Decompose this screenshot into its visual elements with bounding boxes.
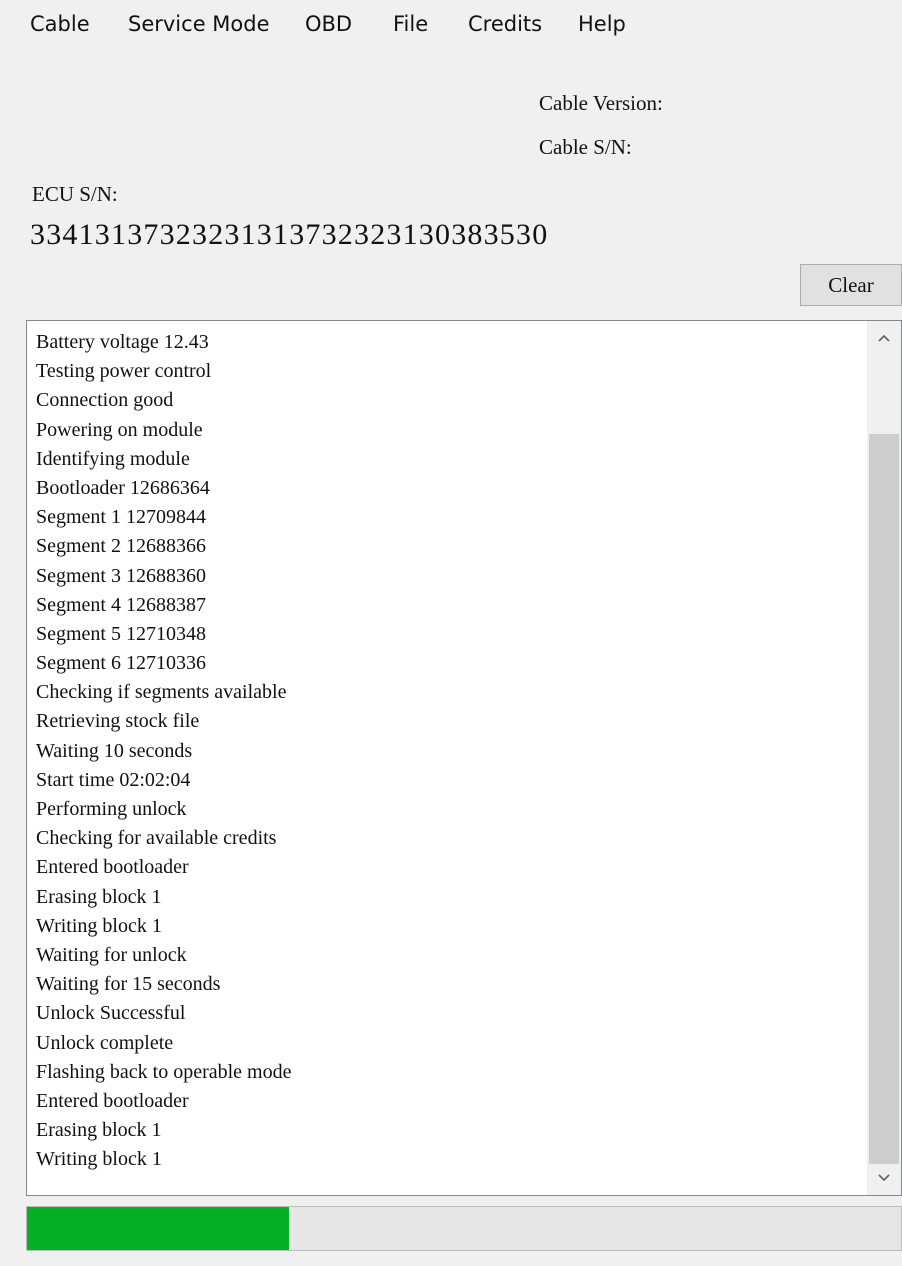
log-line: Battery voltage 12.43 [36, 331, 209, 353]
log-line: Segment 3 12688360 [36, 564, 206, 587]
log-line: Testing power control [36, 360, 212, 383]
clear-button[interactable]: Clear [800, 264, 902, 306]
log-lines: Battery voltage 12.43 Testing power contr… [36, 328, 292, 1174]
log-line: Performing unlock [36, 798, 187, 820]
log-line: Segment 1 12709844 [36, 506, 206, 529]
menu-file[interactable]: File [393, 12, 428, 36]
log-line: Segment 5 12710348 [36, 622, 206, 645]
log-line: Erasing block 1 [36, 1119, 162, 1142]
log-line: Waiting for unlock [36, 943, 187, 966]
log-line: Checking if segments available [36, 681, 287, 704]
log-line: Waiting for 15 seconds [36, 973, 221, 996]
log-line: Segment 4 12688387 [36, 593, 206, 616]
ecu-sn-value: 33413137323231313732323130383530 [30, 218, 549, 251]
menu-service-mode[interactable]: Service Mode [128, 12, 270, 36]
log-line: Start time 02:02:04 [36, 768, 191, 791]
log-line: Retrieving stock file [36, 710, 200, 733]
menu-obd[interactable]: OBD [305, 12, 352, 36]
log-line: Flashing back to operable mode [36, 1060, 292, 1083]
log-textbox[interactable]: Battery voltage 12.43 Testing power contr… [26, 320, 902, 1196]
progress-bar [26, 1206, 902, 1251]
menu-cable[interactable]: Cable [30, 12, 90, 36]
log-line: Writing block 1 [36, 1148, 162, 1171]
cable-version-label: Cable Version: [539, 91, 663, 115]
log-line: Identifying module [36, 447, 190, 470]
log-line: Erasing block 1 [36, 885, 162, 908]
log-line: Waiting 10 seconds [36, 739, 193, 762]
menu-bar: Cable Service Mode OBD File Credits Help [0, 0, 902, 50]
menu-help[interactable]: Help [578, 12, 626, 36]
log-line: Unlock complete [36, 1031, 174, 1054]
cable-sn-label: Cable S/N: [539, 135, 632, 159]
log-line: Entered bootloader [36, 856, 189, 879]
log-line: Segment 2 12688366 [36, 535, 206, 558]
log-line: Bootloader 12686364 [36, 476, 210, 499]
log-line: Entered bootloader [36, 1089, 189, 1112]
ecu-sn-label: ECU S/N: [32, 182, 118, 206]
menu-credits[interactable]: Credits [468, 12, 542, 36]
progress-fill [27, 1207, 290, 1250]
log-line: Powering on module [36, 418, 203, 441]
log-line: Checking for available credits [36, 827, 277, 850]
chevron-down-icon[interactable] [867, 1161, 901, 1195]
log-line: Segment 6 12710336 [36, 652, 206, 675]
log-line: Connection good [36, 389, 174, 412]
log-scrollbar[interactable] [867, 321, 901, 1195]
log-line: Writing block 1 [36, 914, 162, 937]
chevron-up-icon[interactable] [867, 321, 901, 355]
scroll-thumb[interactable] [869, 434, 899, 1164]
log-line: Unlock Successful [36, 1002, 186, 1025]
